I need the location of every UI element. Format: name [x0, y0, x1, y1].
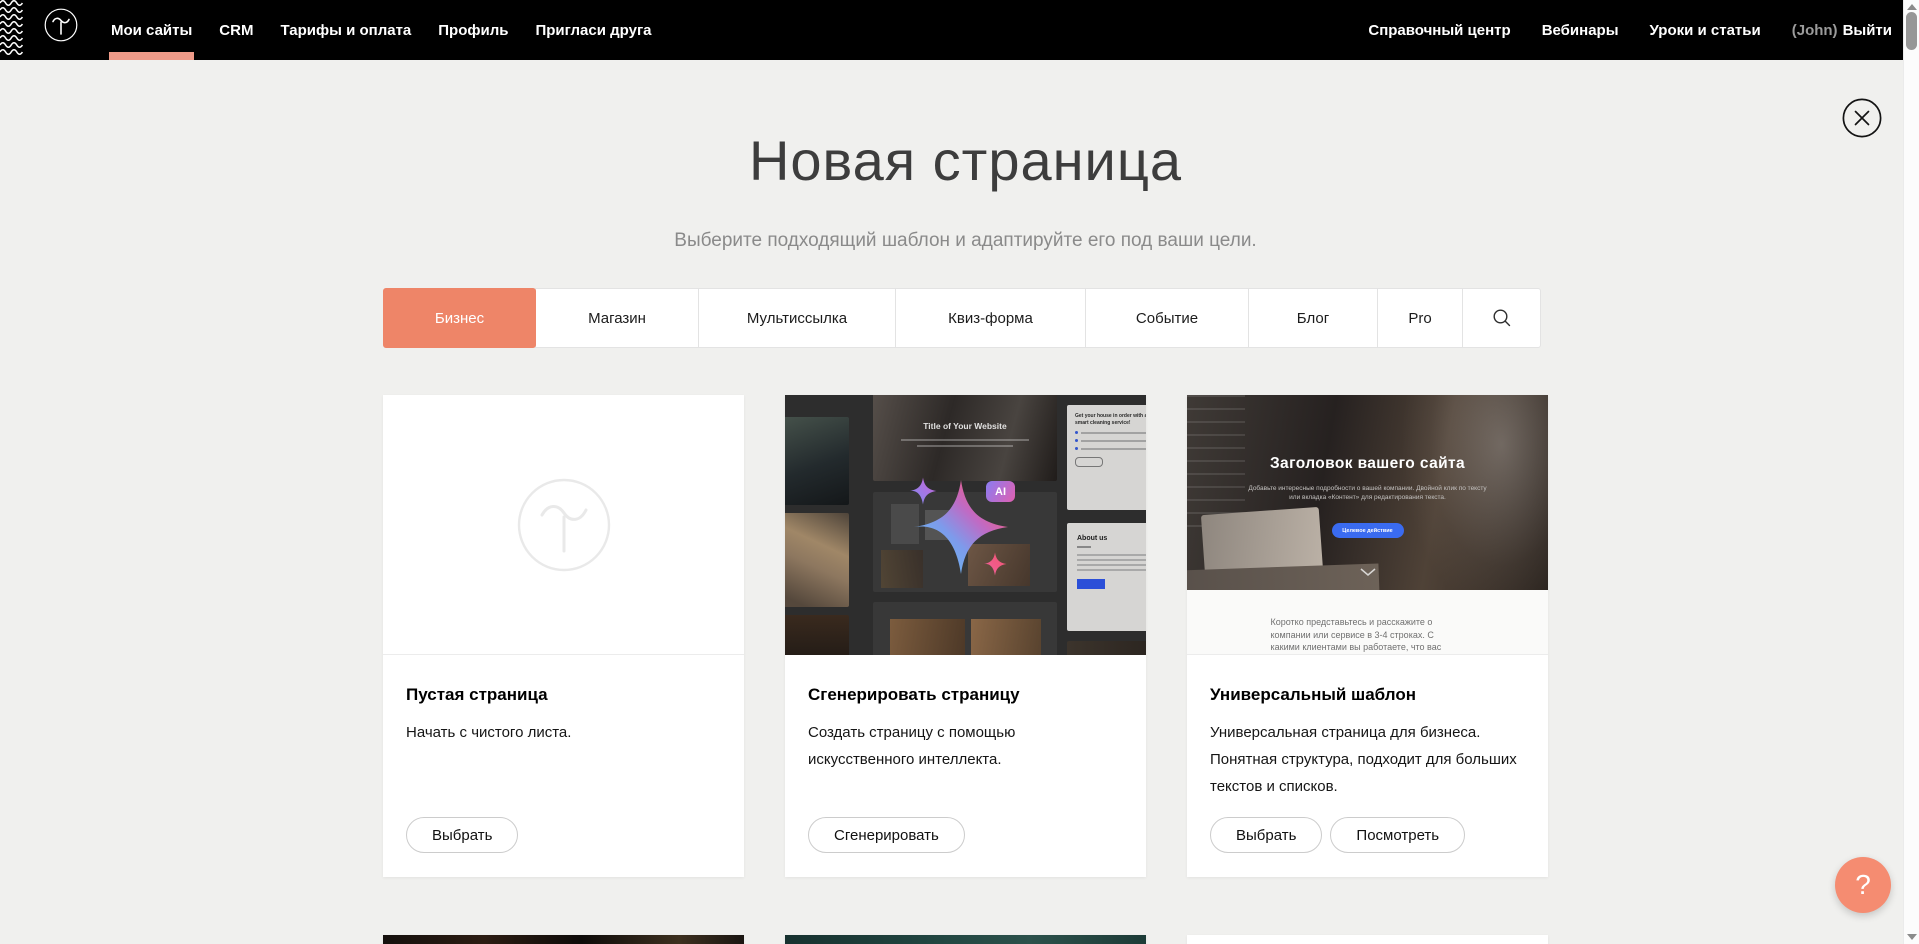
search-icon — [1492, 308, 1512, 328]
template-body-section: Коротко представьтесь и расскажите о ком… — [1187, 590, 1548, 654]
card-description: Создать страницу с помощью искусственног… — [808, 719, 1048, 773]
thumb-photo-desk — [785, 417, 849, 505]
page-scrollbar[interactable] — [1903, 0, 1919, 944]
choose-blank-button[interactable]: Выбрать — [406, 817, 518, 853]
tab-pro[interactable]: Pro — [1377, 288, 1463, 348]
universal-template-preview[interactable]: Заголовок вашего сайта Добавьте интересн… — [1187, 395, 1548, 655]
card-title: Сгенерировать страницу — [808, 685, 1123, 705]
choose-universal-button[interactable]: Выбрать — [1210, 817, 1322, 853]
template-hero: Заголовок вашего сайта Добавьте интересн… — [1187, 395, 1548, 590]
template-card-partial-1[interactable] — [383, 935, 744, 944]
template-card-partial-3[interactable] — [1187, 935, 1548, 944]
template-cards: Пустая страница Начать с чистого листа. … — [383, 395, 1548, 877]
thumb-hero: Title of Your Website — [873, 395, 1057, 481]
scrollbar-down-arrow[interactable] — [1907, 934, 1917, 940]
template-hero-title: Заголовок вашего сайта — [1187, 455, 1548, 473]
card-description: Начать с чистого листа. — [406, 719, 721, 746]
close-button[interactable] — [1842, 98, 1882, 138]
page-title: Новая страница — [383, 128, 1548, 193]
card-title: Универсальный шаблон — [1210, 685, 1525, 705]
nav-item-profile[interactable]: Профиль — [438, 0, 508, 60]
card-title: Пустая страница — [406, 685, 721, 705]
generate-button[interactable]: Сгенерировать — [808, 817, 965, 853]
chevron-down-icon — [1360, 568, 1376, 576]
scrollbar-up-arrow[interactable] — [1907, 4, 1917, 10]
tilda-logo-icon[interactable] — [44, 8, 78, 42]
thumb-photo-dark — [785, 615, 849, 655]
thumb-text-card: Get your house in order with a smart cle… — [1067, 405, 1146, 510]
thumb-about-card: About us — [1067, 523, 1146, 631]
nav-left: Мои сайты CRM Тарифы и оплата Профиль Пр… — [111, 0, 652, 60]
tab-multilink[interactable]: Мультиссылка — [698, 288, 896, 348]
nav-item-my-sites[interactable]: Мои сайты — [111, 0, 192, 60]
tab-shop[interactable]: Магазин — [535, 288, 699, 348]
template-hero-subtitle: Добавьте интересные подробности о вашей … — [1247, 485, 1489, 502]
nav-right: Справочный центр Вебинары Уроки и статьи… — [1368, 0, 1892, 60]
nav-item-crm[interactable]: CRM — [219, 0, 253, 60]
template-card-ai: Title of Your Website Get your house in … — [785, 395, 1146, 877]
nav-item-help-center[interactable]: Справочный центр — [1368, 0, 1510, 60]
tab-business[interactable]: Бизнес — [383, 288, 536, 348]
template-body-text: Коротко представьтесь и расскажите о ком… — [1271, 616, 1465, 655]
blank-template-preview[interactable] — [383, 395, 744, 655]
new-page-modal: Мои сайты CRM Тарифы и оплата Профиль Пр… — [0, 0, 1919, 944]
tilda-watermark-icon — [516, 477, 612, 573]
tab-search[interactable] — [1462, 288, 1541, 348]
scrollbar-thumb[interactable] — [1906, 12, 1917, 50]
template-cards-row2 — [383, 935, 1548, 944]
page-subtitle: Выберите подходящий шаблон и адаптируйте… — [383, 230, 1548, 252]
thumb-photo-bottom — [1067, 641, 1146, 655]
thumb-hero-title: Title of Your Website — [873, 421, 1057, 431]
template-card-universal: Заголовок вашего сайта Добавьте интересн… — [1187, 395, 1548, 877]
nav-item-invite-friend[interactable]: Пригласи друга — [535, 0, 651, 60]
card-description: Универсальная страница для бизнеса. Поня… — [1210, 719, 1525, 800]
thumb-photo-livingroom — [785, 513, 849, 607]
preview-universal-button[interactable]: Посмотреть — [1330, 817, 1465, 853]
top-nav: Мои сайты CRM Тарифы и оплата Профиль Пр… — [0, 0, 1903, 60]
zigzag-decoration — [0, 0, 23, 58]
template-category-tabs: Бизнес Магазин Мультиссылка Квиз-форма С… — [383, 288, 1541, 348]
nav-item-logout[interactable]: (John) Выйти — [1792, 0, 1892, 60]
template-card-partial-2[interactable] — [785, 935, 1146, 944]
ai-template-preview[interactable]: Title of Your Website Get your house in … — [785, 395, 1146, 655]
tab-event[interactable]: Событие — [1085, 288, 1249, 348]
nav-item-lessons[interactable]: Уроки и статьи — [1650, 0, 1761, 60]
thumb-collage — [873, 492, 1057, 592]
thumb-gallery — [873, 602, 1057, 655]
tab-quiz-form[interactable]: Квиз-форма — [895, 288, 1086, 348]
logout-label: Выйти — [1843, 22, 1892, 39]
nav-item-webinars[interactable]: Вебинары — [1542, 0, 1619, 60]
tab-blog[interactable]: Блог — [1248, 288, 1378, 348]
template-card-blank: Пустая страница Начать с чистого листа. … — [383, 395, 744, 877]
nav-item-tariffs[interactable]: Тарифы и оплата — [280, 0, 411, 60]
help-button[interactable]: ? — [1835, 857, 1891, 913]
user-name: (John) — [1792, 22, 1838, 39]
ai-badge: AI — [986, 481, 1015, 502]
template-cta-button: Целевое действие — [1332, 523, 1404, 538]
